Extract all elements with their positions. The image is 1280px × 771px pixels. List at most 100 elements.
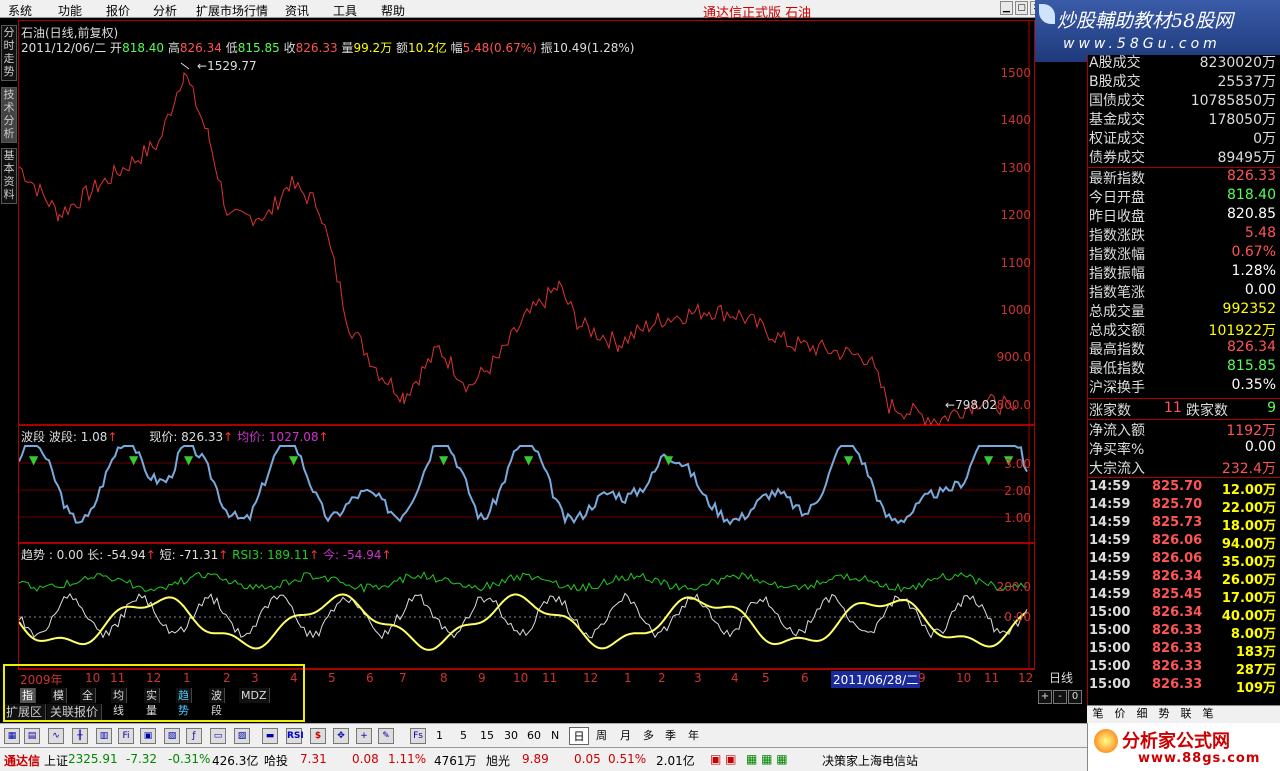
index-value: 826.34: [1227, 339, 1276, 355]
tick-price: 826.06: [1152, 533, 1203, 548]
index-key: 沪深换手: [1089, 380, 1145, 396]
up-label: 涨家数: [1089, 403, 1131, 419]
rp-tab[interactable]: 笔: [1197, 706, 1219, 722]
fs-icon[interactable]: Fs: [410, 728, 426, 744]
period-day[interactable]: 日: [569, 727, 589, 745]
window-icon[interactable]: ▭: [210, 728, 226, 744]
maximize-button[interactable]: ▢: [1015, 1, 1028, 15]
brand-url: www.58Gu.com: [1063, 36, 1221, 52]
index-key: 指数笔涨: [1089, 285, 1145, 301]
book-icon[interactable]: ▧: [164, 728, 180, 744]
index-value: 992352: [1222, 301, 1276, 317]
menu-system[interactable]: 系统: [8, 2, 32, 19]
menu-quote[interactable]: 报价: [106, 2, 130, 19]
period-month[interactable]: 月: [620, 727, 631, 745]
ad-banner[interactable]: 分析家公式网 www.88gs.com: [1087, 723, 1280, 771]
rp-tab[interactable]: 细: [1131, 706, 1153, 722]
rsi-icon[interactable]: RSI: [286, 728, 304, 744]
amp-label: 振: [540, 41, 553, 55]
table-icon[interactable]: ▥: [96, 728, 112, 744]
f10-icon[interactable]: ▣: [140, 728, 156, 744]
rp-tab[interactable]: 势: [1153, 706, 1175, 722]
status-bar: 通达信 上证 2325.91 -7.32 -0.31% 426.3亿 哈投 7.…: [0, 747, 1087, 771]
period-n[interactable]: N: [551, 727, 559, 745]
period-5[interactable]: 5: [460, 727, 467, 745]
period-30[interactable]: 30: [504, 727, 518, 745]
status-s3-amt: 2.01亿: [656, 754, 695, 768]
line-chart-icon[interactable]: ∿: [48, 728, 64, 744]
layout-icon[interactable]: ▨: [234, 728, 250, 744]
tab-fundamental[interactable]: 基本资料: [1, 148, 17, 204]
period-15[interactable]: 15: [480, 727, 494, 745]
period-multi[interactable]: 多: [643, 727, 654, 745]
tick-row: 14:59 826.34 26.00万: [1088, 569, 1278, 588]
zoom-out-button[interactable]: -: [1053, 690, 1067, 704]
wave-avg: 均价: 1027.08: [237, 430, 319, 444]
menu-function[interactable]: 功能: [58, 2, 82, 19]
trend-short: 短: -71.31: [159, 548, 219, 562]
dollar-icon[interactable]: $: [310, 728, 326, 744]
tick-price: 826.33: [1152, 659, 1203, 674]
period-week[interactable]: 周: [596, 727, 607, 745]
quote-value: 89495万: [1217, 150, 1276, 166]
tick-price: 825.73: [1152, 515, 1203, 530]
formula-icon[interactable]: ƒ: [186, 728, 202, 744]
move-icon[interactable]: ✥: [333, 728, 349, 744]
strip-icon[interactable]: ▬: [262, 728, 278, 744]
quote-value: 0万: [1253, 131, 1276, 147]
high-marker: ←1529.77: [197, 59, 257, 73]
app-icon[interactable]: ▦: [4, 728, 20, 744]
add-icon[interactable]: +: [356, 728, 372, 744]
y-label-900: 900.0: [996, 350, 1031, 364]
menu-help[interactable]: 帮助: [381, 2, 405, 19]
zoom-in-button[interactable]: +: [1038, 690, 1052, 704]
index-key: 今日开盘: [1089, 190, 1145, 206]
left-vertical-tabs: 分时走势 技术分析 基本资料: [0, 20, 18, 708]
period-1[interactable]: 1: [436, 727, 443, 745]
period-season[interactable]: 季: [665, 727, 676, 745]
index-row: 总成交量 992352: [1088, 301, 1278, 320]
quote-key: 权证成交: [1089, 131, 1145, 147]
price-chart-panel[interactable]: 石油(日线,前复权) 2011/12/06/二 开818.40 高826.34 …: [18, 20, 1035, 426]
period-60[interactable]: 60: [527, 727, 541, 745]
grid-icon[interactable]: ▤: [24, 728, 40, 744]
minimize-button[interactable]: ▁: [1000, 1, 1013, 15]
high-marker-value: 1529.77: [207, 59, 257, 73]
highlight-box: [3, 664, 305, 722]
status-s3-name[interactable]: 旭光: [486, 752, 510, 769]
pencil-icon[interactable]: ✎: [378, 728, 394, 744]
fi-icon[interactable]: Fi: [118, 728, 134, 744]
period-unit: 日线: [1049, 671, 1074, 685]
chg-label: 幅: [450, 41, 463, 55]
trend-indicator-panel[interactable]: 趋势 : 0.00 长: -54.94↑ 短: -71.31↑ RSI3: 18…: [18, 543, 1035, 670]
rp-tab[interactable]: 联: [1175, 706, 1197, 722]
tick-volume: 12.00万: [1221, 483, 1276, 498]
status-idx-name[interactable]: 上证: [44, 752, 68, 769]
tick-row: 14:59 825.70 22.00万: [1088, 497, 1278, 516]
index-value: 1.28%: [1231, 263, 1276, 279]
index-row: 指数笔涨 0.00: [1088, 282, 1278, 301]
wave-indicator-panel[interactable]: ▼ ▼ ▼ ▼ ▼ ▼ ▼ ▼ ▼ ▼ 波段 波段: 1.08↑ 现价: 826.33↑ 均价: …: [18, 425, 1035, 544]
y-label-1400: 1400: [1000, 113, 1031, 127]
rp-tab[interactable]: 笔: [1087, 706, 1109, 722]
ad-url: www.88gs.com: [1138, 751, 1261, 766]
tick-time: 15:00: [1089, 659, 1131, 674]
menu-ext-market[interactable]: 扩展市场行情: [196, 2, 268, 19]
kline-icon[interactable]: ╫: [72, 728, 88, 744]
quote-row: B股成交 25537万: [1088, 71, 1278, 90]
index-value: 818.40: [1227, 187, 1276, 203]
menu-info[interactable]: 资讯: [285, 2, 309, 19]
index-value: 820.85: [1227, 206, 1276, 222]
zoom-reset-button[interactable]: 0: [1068, 690, 1082, 704]
index-row: 最新指数 826.33: [1088, 168, 1278, 187]
rp-tab[interactable]: 价: [1109, 706, 1131, 722]
menu-analysis[interactable]: 分析: [153, 2, 177, 19]
tab-technical[interactable]: 技术分析: [1, 87, 17, 143]
menu-tools[interactable]: 工具: [333, 2, 357, 19]
tick-row: 14:59 825.70 12.00万: [1088, 479, 1278, 498]
tick-time: 15:00: [1089, 605, 1131, 620]
status-s2-name[interactable]: 哈投: [264, 752, 288, 769]
period-year[interactable]: 年: [688, 727, 699, 745]
high-value: 826.34: [179, 41, 222, 55]
tab-intraday[interactable]: 分时走势: [1, 25, 17, 81]
